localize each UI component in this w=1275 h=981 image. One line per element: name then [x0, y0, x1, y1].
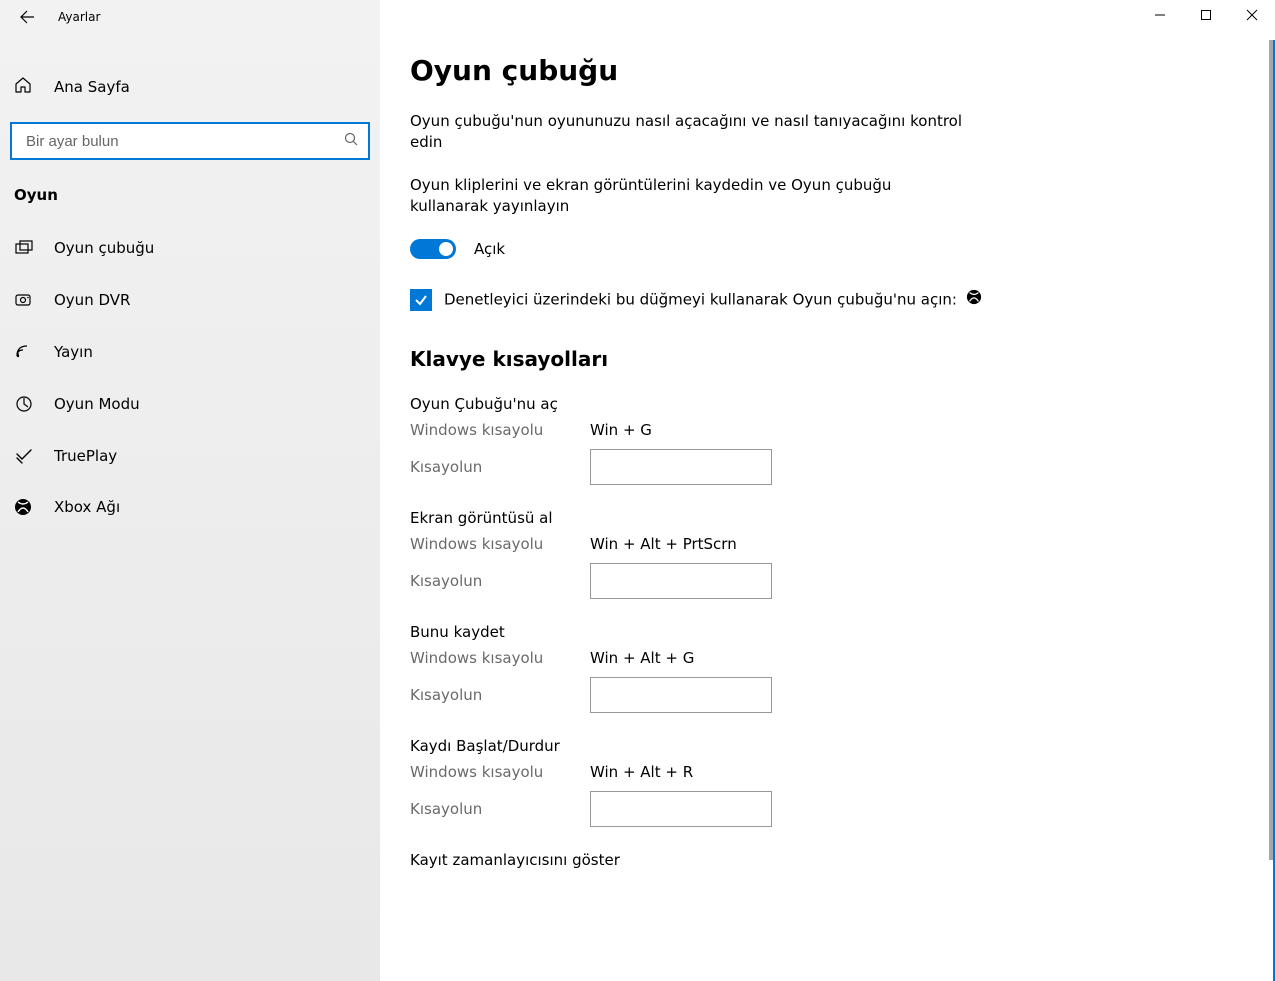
shortcut-user-row: Kısayolun	[410, 791, 1205, 827]
nav-label: Yayın	[54, 343, 93, 361]
titlebar: Ayarlar	[0, 0, 380, 34]
shortcut-group: Oyun Çubuğu'nu aç Windows kısayolu Win +…	[410, 395, 1205, 485]
page-title: Oyun çubuğu	[410, 54, 1205, 87]
close-button[interactable]	[1229, 0, 1275, 30]
shortcut-win-row: Windows kısayolu Win + Alt + PrtScrn	[410, 535, 1205, 553]
shortcut-user-input[interactable]	[590, 563, 772, 599]
nav-xboxnet[interactable]: Xbox Ağı	[0, 482, 380, 532]
shortcut-title: Kayıt zamanlayıcısını göster	[410, 851, 1205, 869]
back-button[interactable]	[12, 2, 42, 32]
shortcut-user-row: Kısayolun	[410, 563, 1205, 599]
broadcast-icon	[14, 342, 36, 362]
gamebar-icon	[14, 238, 36, 258]
shortcut-group: Kayıt zamanlayıcısını göster	[410, 851, 1205, 869]
home-link[interactable]: Ana Sayfa	[0, 64, 380, 110]
home-icon	[14, 76, 36, 98]
shortcut-group: Bunu kaydet Windows kısayolu Win + Alt +…	[410, 623, 1205, 713]
arrow-left-icon	[19, 9, 35, 25]
xbox-inline-icon	[966, 289, 982, 311]
shortcut-win-value: Win + G	[590, 421, 652, 439]
checkbox-label: Denetleyici üzerindeki bu düğmeyi kullan…	[444, 289, 982, 311]
nav-label: Oyun Modu	[54, 395, 140, 413]
search-icon	[344, 132, 358, 150]
shortcut-user-label: Kısayolun	[410, 458, 590, 476]
controller-open-row: Denetleyici üzerindeki bu düğmeyi kullan…	[410, 289, 1205, 311]
content: Oyun çubuğu Oyun çubuğu'nun oyununuzu na…	[380, 0, 1235, 981]
shortcut-win-row: Windows kısayolu Win + G	[410, 421, 1205, 439]
shortcuts-list: Oyun Çubuğu'nu aç Windows kısayolu Win +…	[410, 395, 1205, 869]
shortcut-win-row: Windows kısayolu Win + Alt + G	[410, 649, 1205, 667]
shortcuts-header: Klavye kısayolları	[410, 347, 1205, 371]
shortcut-group: Kaydı Başlat/Durdur Windows kısayolu Win…	[410, 737, 1205, 827]
scrollbar-thumb[interactable]	[1269, 40, 1273, 860]
nav-trueplay[interactable]: TruePlay	[0, 430, 380, 482]
gamebar-toggle[interactable]	[410, 239, 456, 259]
shortcut-win-value: Win + Alt + G	[590, 649, 694, 667]
main-area: Oyun çubuğu Oyun çubuğu'nun oyununuzu na…	[380, 0, 1275, 981]
shortcut-win-label: Windows kısayolu	[410, 649, 590, 667]
home-label: Ana Sayfa	[54, 78, 130, 96]
nav-label: Xbox Ağı	[54, 498, 120, 516]
shortcut-user-label: Kısayolun	[410, 572, 590, 590]
shortcut-user-row: Kısayolun	[410, 449, 1205, 485]
shortcut-user-label: Kısayolun	[410, 800, 590, 818]
check-icon	[413, 292, 429, 308]
shortcut-user-input[interactable]	[590, 677, 772, 713]
shortcut-win-label: Windows kısayolu	[410, 421, 590, 439]
shortcut-win-label: Windows kısayolu	[410, 763, 590, 781]
controller-open-checkbox[interactable]	[410, 289, 432, 311]
page-desc-2: Oyun kliplerini ve ekran görüntülerini k…	[410, 175, 970, 217]
shortcut-user-input[interactable]	[590, 449, 772, 485]
shortcut-win-row: Windows kısayolu Win + Alt + R	[410, 763, 1205, 781]
shortcut-win-label: Windows kısayolu	[410, 535, 590, 553]
close-icon	[1246, 9, 1258, 21]
xbox-icon	[14, 498, 36, 516]
toggle-knob	[439, 242, 453, 256]
page-desc-1: Oyun çubuğu'nun oyununuzu nasıl açacağın…	[410, 111, 970, 153]
shortcut-user-row: Kısayolun	[410, 677, 1205, 713]
nav-gamebar[interactable]: Oyun çubuğu	[0, 222, 380, 274]
shortcut-user-label: Kısayolun	[410, 686, 590, 704]
toggle-label: Açık	[474, 240, 505, 258]
nav-label: Oyun DVR	[54, 291, 130, 309]
gamedvr-icon	[14, 290, 36, 310]
shortcut-title: Kaydı Başlat/Durdur	[410, 737, 1205, 755]
checkbox-text: Denetleyici üzerindeki bu düğmeyi kullan…	[444, 291, 957, 309]
shortcut-win-value: Win + Alt + R	[590, 763, 693, 781]
shortcut-win-value: Win + Alt + PrtScrn	[590, 535, 737, 553]
shortcut-group: Ekran görüntüsü al Windows kısayolu Win …	[410, 509, 1205, 599]
nav-gamedvr[interactable]: Oyun DVR	[0, 274, 380, 326]
scrollbar[interactable]	[1235, 40, 1275, 981]
nav-label: Oyun çubuğu	[54, 239, 154, 257]
search-input[interactable]	[26, 133, 344, 150]
shortcut-title: Ekran görüntüsü al	[410, 509, 1205, 527]
gamebar-toggle-row: Açık	[410, 239, 1205, 259]
shortcut-user-input[interactable]	[590, 791, 772, 827]
search-box[interactable]	[10, 122, 370, 160]
shortcut-title: Bunu kaydet	[410, 623, 1205, 641]
nav-label: TruePlay	[54, 447, 117, 465]
shortcut-title: Oyun Çubuğu'nu aç	[410, 395, 1205, 413]
trueplay-icon	[14, 446, 36, 466]
nav-broadcast[interactable]: Yayın	[0, 326, 380, 378]
app-title: Ayarlar	[58, 10, 100, 24]
sidebar: Ayarlar Ana Sayfa Oyun Oyun çubuğu Oyun …	[0, 0, 380, 981]
gamemode-icon	[14, 394, 36, 414]
category-header: Oyun	[0, 176, 380, 222]
nav-gamemode[interactable]: Oyun Modu	[0, 378, 380, 430]
